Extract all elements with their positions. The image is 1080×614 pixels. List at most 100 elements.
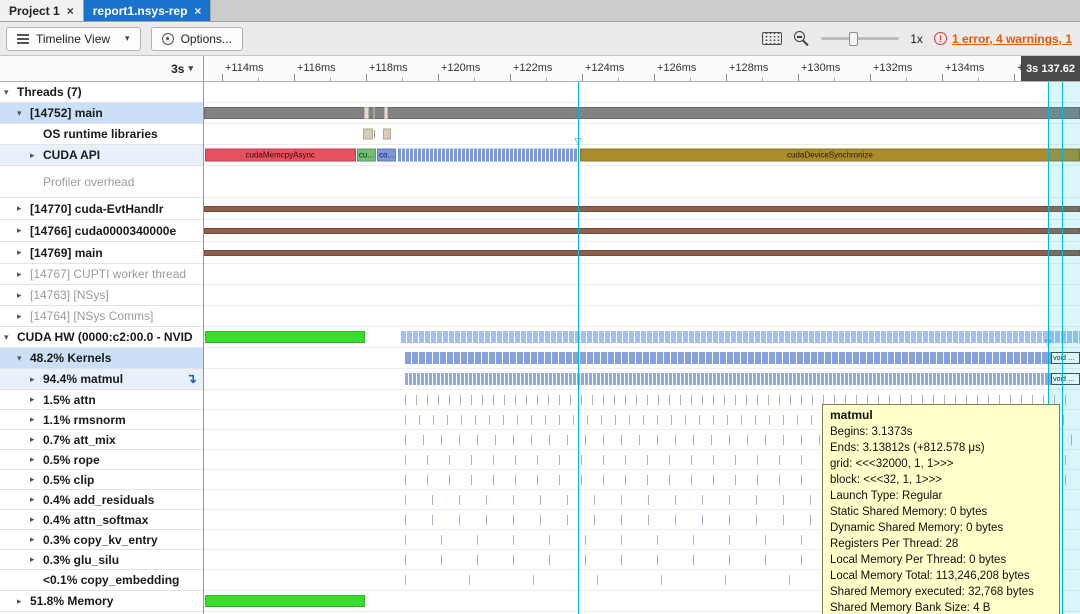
tree-toggle-icon[interactable]: ▸ [30,414,43,425]
tree-toggle-icon[interactable]: ▸ [17,311,30,322]
os-runtime-mark[interactable] [364,107,369,119]
kernel-name-label[interactable]: void … [1051,373,1080,385]
timeline-row[interactable] [204,198,1080,220]
tree-toggle-icon[interactable]: ▸ [30,434,43,445]
timeline-row[interactable]: cudaMemcpyAsync cu... co... cudaDeviceSynch… [204,145,1080,166]
timeline-row[interactable] [204,220,1080,242]
tree-toggle-icon[interactable]: ▸ [17,247,30,258]
sidebar-row[interactable]: ▸ 0.4% add_residuals [0,490,203,510]
sidebar-row[interactable]: ▸ [14767] CUPTI worker thread [0,264,203,285]
sidebar-row[interactable]: OS runtime libraries [0,124,203,145]
tree-toggle-icon[interactable]: ▸ [30,150,43,161]
ruler-ticks[interactable]: 3s 137.62 +114ms +116ms +118ms +120ms +122ms… [204,56,1080,81]
view-selector-button[interactable]: Timeline View ▾ [6,26,141,51]
sidebar-row[interactable]: ▸ [14770] cuda-EvtHandlr [0,198,203,220]
tree-toggle-icon[interactable]: ▸ [17,203,30,214]
timeline-row[interactable]: void … [204,369,1080,390]
kernel-activity[interactable] [404,352,1052,364]
timeline-row[interactable] [204,306,1080,327]
tree-toggle-icon[interactable]: ▾ [4,332,17,343]
sidebar-row[interactable]: Profiler overhead [0,166,203,198]
os-runtime-mark[interactable] [384,107,389,119]
time-marker-icon[interactable]: ▽ [1045,338,1052,349]
tree-toggle-icon[interactable]: ▸ [17,596,30,607]
tree-toggle-icon[interactable]: ▸ [17,225,30,236]
sidebar-row[interactable]: ▸ [14763] [NSys] [0,285,203,306]
os-runtime-event[interactable] [373,130,376,138]
sidebar-row[interactable]: ▸ 1.5% attn [0,390,203,410]
timeline-row[interactable] [204,82,1080,103]
timeline-row[interactable] [204,327,1080,348]
sidebar-row[interactable]: ▾ Threads (7) [0,82,203,103]
sidebar-row[interactable]: ▸ 0.3% glu_silu [0,550,203,570]
sidebar-row[interactable]: ▾ 48.2% Kernels [0,348,203,369]
tree-toggle-icon[interactable]: ▸ [30,534,43,545]
timeline-ruler[interactable]: 3s ▾ 3s 137.62 +114ms +116ms +118ms +120ms +… [0,56,1080,82]
thread-activity-bar[interactable] [204,249,1080,256]
cuda-api-call[interactable]: cu... [357,148,376,162]
kernel-activity[interactable] [404,373,1052,385]
tab-close-icon[interactable]: × [67,4,74,18]
timeline-row[interactable] [204,242,1080,264]
keyboard-shortcuts-icon[interactable] [762,32,783,45]
sidebar-row[interactable]: ▸ CUDA API [0,145,203,166]
sidebar-row[interactable]: <0.1% copy_embedding [0,570,203,591]
kernel-ticks[interactable] [405,394,1076,405]
memory-activity-bar[interactable] [204,595,366,607]
hw-kernel-activity[interactable] [401,331,1080,343]
timeline-row[interactable] [204,124,1080,145]
cuda-api-launches[interactable] [397,148,579,162]
zoom-out-icon[interactable] [793,30,810,47]
cuda-api-call[interactable]: co... [377,148,396,162]
thread-activity-bar[interactable] [204,205,1080,212]
sidebar-row[interactable]: ▸ 1.1% rmsnorm [0,410,203,430]
sidebar-row[interactable]: ▸ 0.5% rope [0,450,203,470]
sidebar-row[interactable]: ▸ 51.8% Memory [0,591,203,612]
timeline-row[interactable] [204,166,1080,198]
sidebar-row[interactable]: ▸ 94.4% matmul ↴ [0,369,203,390]
timeline-row[interactable] [204,285,1080,306]
tree-toggle-icon[interactable]: ▸ [30,374,43,385]
tree-toggle-icon[interactable]: ▸ [30,494,43,505]
tree-toggle-icon[interactable]: ▸ [30,454,43,465]
timeline-row[interactable] [204,103,1080,124]
sidebar-row[interactable]: ▸ 0.5% clip [0,470,203,490]
timeline-row[interactable] [204,264,1080,285]
tab-close-icon[interactable]: × [194,4,201,18]
tree-toggle-icon[interactable]: ▸ [30,554,43,565]
timeline-row[interactable]: void … [204,348,1080,369]
os-runtime-event[interactable] [363,128,374,140]
sidebar-row[interactable]: ▸ 0.3% copy_kv_entry [0,530,203,550]
time-marker-icon[interactable]: ▽ [574,136,581,147]
sidebar-row[interactable]: ▾ [14752] main [0,103,203,124]
tree-toggle-icon[interactable]: ▸ [30,514,43,525]
issues-link[interactable]: ! 1 error, 4 warnings, 1 [933,32,1072,46]
zoom-slider-thumb[interactable] [849,31,859,46]
tree-toggle-icon[interactable]: ▾ [17,353,30,364]
cuda-api-call[interactable]: cudaMemcpyAsync [204,148,356,162]
os-runtime-mark[interactable] [373,107,375,119]
os-runtime-event[interactable] [382,128,391,140]
zoom-slider[interactable] [821,31,900,47]
tab-report1-nsys-rep[interactable]: report1.nsys-rep × [83,0,212,21]
memory-activity-bar[interactable] [204,331,366,343]
options-button[interactable]: Options... [150,26,243,51]
sidebar-row[interactable]: ▸ 0.4% attn_softmax [0,510,203,530]
tree-toggle-icon[interactable]: ▾ [17,108,30,119]
kernel-name-label[interactable]: void … [1051,352,1080,364]
thread-activity-bar[interactable] [204,227,1080,234]
ruler-origin[interactable]: 3s ▾ [0,56,204,81]
sidebar-row[interactable]: ▾ CUDA HW (0000:c2:00.0 - NVID [0,327,203,348]
tree-toggle-icon[interactable]: ▸ [30,474,43,485]
tree-toggle-icon[interactable]: ▸ [17,290,30,301]
tab-project-1[interactable]: Project 1 × [0,0,84,21]
pinned-filter-icon[interactable]: ↴ [186,371,197,387]
tree-toggle-icon[interactable]: ▾ [4,87,17,98]
cuda-api-call[interactable]: cudaDeviceSynchronize [579,148,1080,162]
tree-toggle-icon[interactable]: ▸ [17,269,30,280]
sidebar-row[interactable]: ▸ [14769] main [0,242,203,264]
tree-toggle-icon[interactable]: ▸ [30,394,43,405]
sidebar-row[interactable]: ▸ 0.7% att_mix [0,430,203,450]
sidebar-row[interactable]: ▸ [14764] [NSys Comms] [0,306,203,327]
sidebar-row[interactable]: ▸ [14766] cuda0000340000e [0,220,203,242]
